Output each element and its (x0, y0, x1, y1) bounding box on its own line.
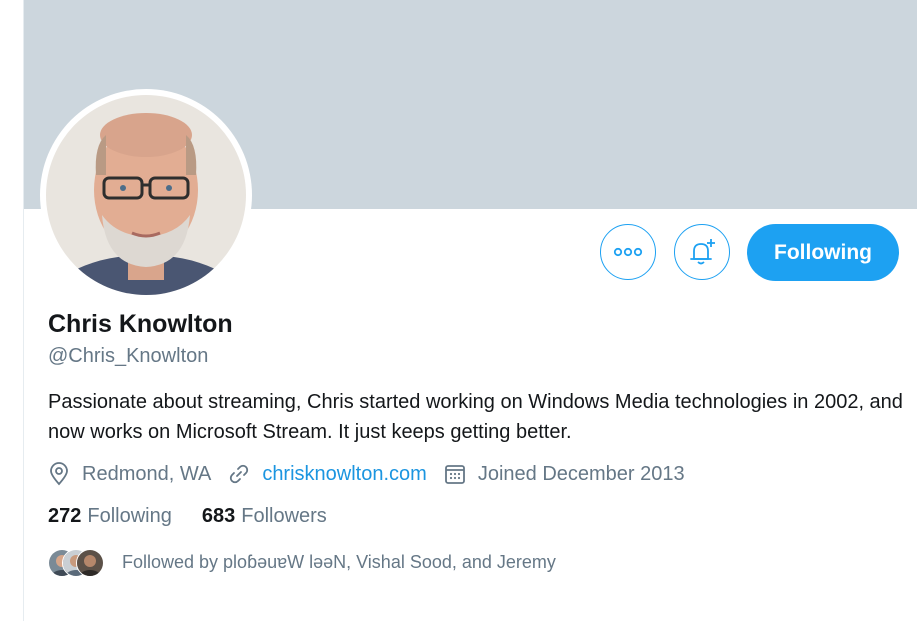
followed-by-text: Followed by ploɓǝuɐW lǝəN, Vishal Sood, … (122, 551, 556, 572)
following-count: 272 (48, 505, 82, 527)
profile-stats: 272 Following 683 Followers (48, 505, 357, 528)
profile-bio: Passionate about streaming, Chris starte… (48, 391, 903, 443)
link-icon (230, 464, 249, 484)
following-stat[interactable]: 272 Following (48, 505, 172, 528)
avatar-photo (46, 95, 246, 295)
followed-by-avatars (48, 548, 106, 577)
website-link[interactable]: chrisknowlton.com (262, 463, 427, 486)
notifications-button[interactable] (674, 224, 730, 280)
followed-by[interactable]: Followed by ploɓǝuɐW lǝəN, Vishal Sood, … (48, 548, 556, 577)
following-button[interactable]: Following (747, 224, 899, 281)
followers-label: Followers (241, 505, 327, 527)
profile-avatar[interactable] (40, 89, 252, 301)
profile-handle: @Chris_Knowlton (48, 345, 209, 367)
location-item: Redmond, WA (48, 462, 211, 486)
bell-plus-icon (690, 239, 715, 265)
website-item[interactable]: chrisknowlton.com (228, 463, 427, 486)
more-icon (613, 247, 643, 257)
followers-stat[interactable]: 683 Followers (202, 505, 327, 528)
following-label: Following (87, 505, 172, 527)
profile-name: Chris Knowlton (48, 310, 233, 338)
profile-page: Following Chris Knowlton @Chris_Knowlton… (0, 0, 917, 621)
followers-count: 683 (201, 505, 236, 527)
location-text: Redmond, WA (82, 462, 212, 485)
joined-text: Joined December 2013 (477, 462, 685, 485)
profile-meta: Redmond, WA chrisknowlton.com Joined Dec… (48, 460, 702, 488)
mini-avatar (76, 549, 104, 577)
more-options-button[interactable] (600, 224, 656, 280)
calendar-icon (444, 465, 465, 484)
joined-item: Joined December 2013 (444, 463, 685, 486)
location-pin-icon (50, 462, 68, 486)
